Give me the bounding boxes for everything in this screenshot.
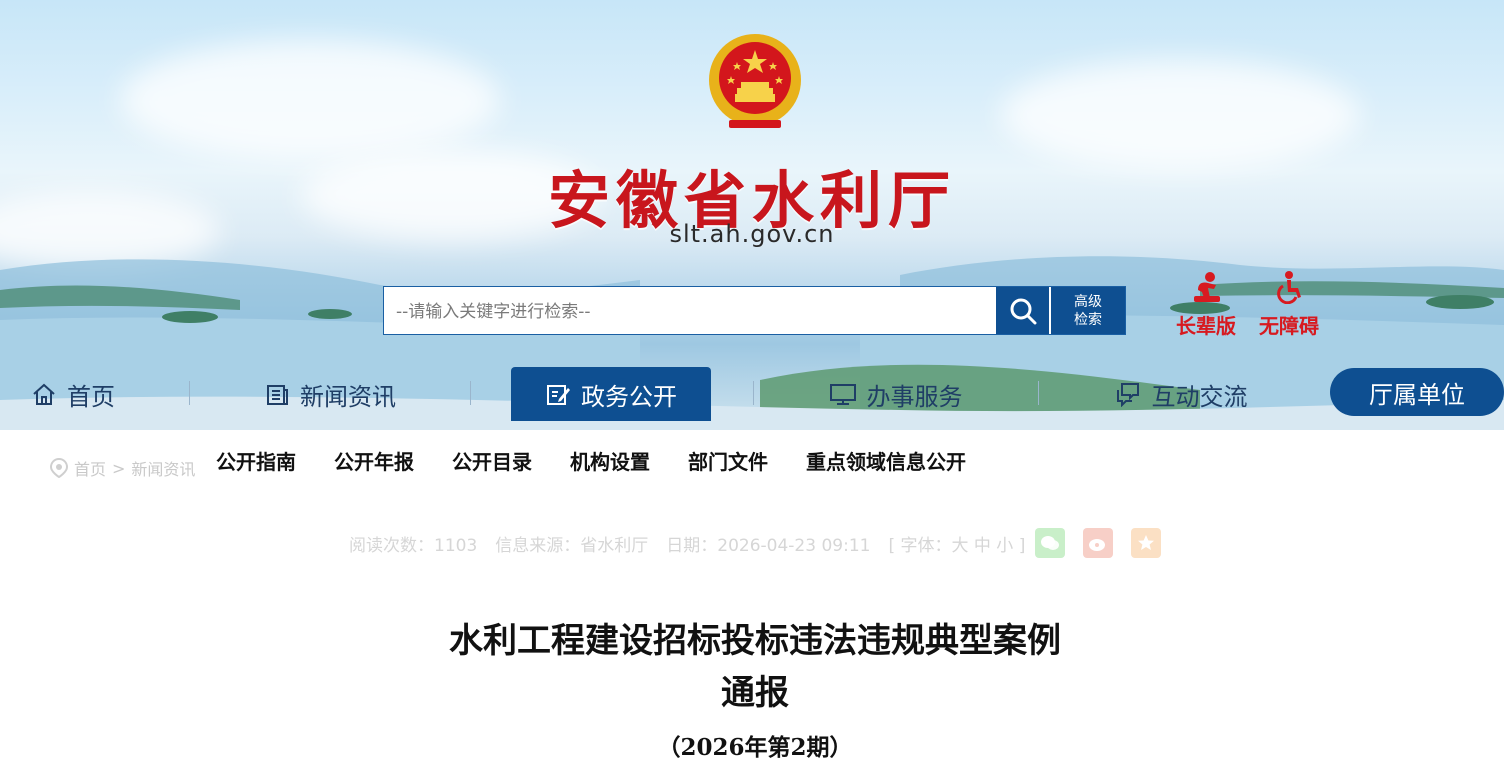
wheelchair-icon	[1277, 271, 1301, 305]
nav-services-label: 办事服务	[866, 382, 963, 411]
submenu-item-guide[interactable]: 公开指南	[216, 446, 296, 475]
article-issue: （2026年第2期）	[657, 734, 853, 761]
article-meta: 阅读次数：1103 信息来源：省水利厅 日期：2026-04-23 09:11 …	[349, 528, 1179, 558]
site-domain: slt.ah.gov.cn	[669, 220, 835, 248]
search-button[interactable]	[996, 287, 1049, 334]
nav-news-label: 新闻资讯	[300, 382, 396, 411]
search-icon	[1010, 298, 1036, 324]
monitor-icon	[829, 381, 857, 407]
search-bar: 高级 检索	[383, 286, 1126, 336]
weibo-icon	[1089, 539, 1106, 551]
cloud-decoration	[120, 40, 500, 160]
nav-interaction[interactable]: 互动交流	[1103, 367, 1258, 421]
submenu-item-catalog[interactable]: 公开目录	[452, 446, 532, 475]
nav-gov-affairs[interactable]: 政务公开	[511, 367, 711, 421]
chat-bubbles-icon	[1114, 381, 1142, 407]
barrier-free-link[interactable]: 无障碍	[1253, 270, 1325, 339]
article-title: 水利工程建设招标投标违法违规典型案例 通报	[6, 615, 1504, 719]
submenu-item-key-areas[interactable]: 重点领域信息公开	[806, 446, 966, 475]
location-pin-icon	[50, 458, 68, 478]
elder-version-label: 长辈版	[1176, 314, 1236, 338]
article-title-line2: 通报	[721, 673, 789, 713]
nav-affiliated-units[interactable]: 厅属单位	[1330, 368, 1504, 416]
publish-date: 日期：2026-04-23 09:11	[666, 535, 871, 556]
info-source: 信息来源：省水利厅	[495, 535, 649, 556]
wechat-share-button[interactable]	[1035, 528, 1066, 558]
header-banner: 安徽省水利厅 slt.ah.gov.cn 高级 检索 长辈版 无障碍	[0, 0, 1504, 430]
font-size-control[interactable]: [ 字体：大 中 小 ]	[888, 531, 1025, 556]
wechat-icon	[1041, 536, 1060, 550]
favorite-button[interactable]	[1131, 528, 1162, 558]
national-emblem-icon	[709, 34, 801, 128]
star-icon	[1138, 535, 1155, 550]
advanced-search-label-line2: 检索	[1074, 311, 1102, 328]
read-count: 阅读次数：1103	[349, 535, 478, 556]
submenu-item-documents[interactable]: 部门文件	[688, 446, 768, 475]
nav-news[interactable]: 新闻资讯	[250, 367, 410, 421]
advanced-search-label-line1: 高级	[1074, 293, 1102, 310]
nav-divider	[470, 381, 471, 405]
article-title-line1: 水利工程建设招标投标违法违规典型案例	[449, 621, 1061, 661]
nav-interaction-label: 互动交流	[1151, 382, 1248, 411]
content-area: 首页 > 新闻资讯 公开指南 公开年报 公开目录 机构设置 部门文件 重点领域信…	[6, 430, 1504, 779]
nav-home[interactable]: 首页	[18, 367, 128, 421]
home-icon	[31, 381, 57, 407]
search-input[interactable]	[384, 287, 1010, 336]
weibo-share-button[interactable]	[1083, 528, 1114, 558]
barrier-free-label: 无障碍	[1259, 314, 1319, 338]
elder-icon	[1194, 272, 1220, 302]
breadcrumb: 首页 > 新闻资讯	[50, 456, 201, 480]
breadcrumb-separator: >	[112, 458, 126, 478]
nav-home-label: 首页	[67, 382, 115, 411]
submenu-item-organization[interactable]: 机构设置	[570, 446, 650, 475]
elder-version-link[interactable]: 长辈版	[1170, 270, 1242, 339]
nav-services[interactable]: 办事服务	[818, 367, 973, 421]
nav-divider	[1038, 381, 1039, 405]
news-icon	[264, 381, 290, 407]
breadcrumb-home[interactable]: 首页	[74, 456, 106, 480]
submenu-item-annual-report[interactable]: 公开年报	[334, 446, 414, 475]
gov-affairs-submenu: 公开指南 公开年报 公开目录 机构设置 部门文件 重点领域信息公开	[216, 446, 1004, 475]
nav-gov-affairs-label: 政务公开	[581, 382, 677, 411]
nav-divider	[753, 381, 754, 405]
main-nav: 首页 新闻资讯 政务公开 办事服务 互动交流 厅属单位	[0, 367, 1504, 421]
nav-affiliated-units-label: 厅属单位	[1369, 380, 1465, 409]
document-edit-icon	[545, 381, 571, 407]
advanced-search-button[interactable]: 高级 检索	[1051, 287, 1125, 334]
nav-divider	[189, 381, 190, 405]
breadcrumb-section[interactable]: 新闻资讯	[131, 456, 195, 480]
